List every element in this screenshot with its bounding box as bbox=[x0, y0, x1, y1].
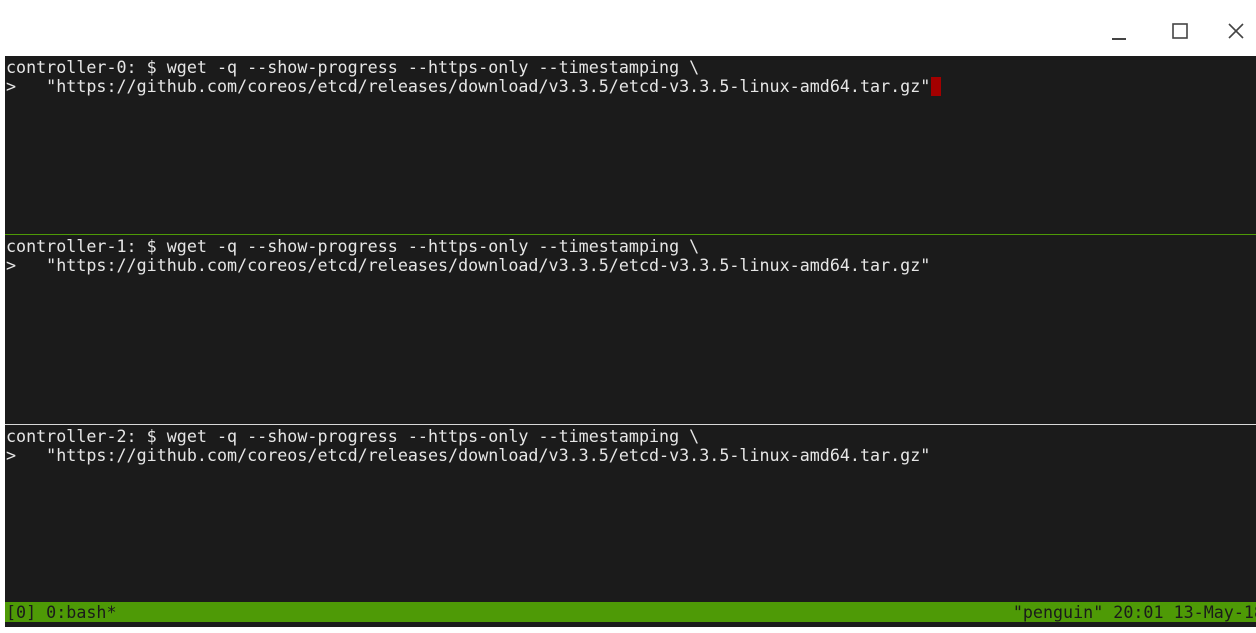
terminal-bottom-padding bbox=[5, 622, 1256, 627]
tmux-pane-controller-0[interactable]: controller-0: $ wget -q --show-progress … bbox=[5, 56, 1256, 234]
tmux-status-right: "penguin" 20:01 13-May-18 bbox=[1012, 602, 1256, 622]
command-continuation-line: > "https://github.com/coreos/etcd/releas… bbox=[6, 445, 931, 465]
command-prompt-line: controller-2: $ wget -q --show-progress … bbox=[6, 426, 700, 446]
maximize-icon bbox=[1172, 23, 1188, 39]
command-continuation-line: > "https://github.com/coreos/etcd/releas… bbox=[6, 255, 931, 275]
title-bar[interactable] bbox=[0, 0, 1256, 56]
tmux-pane-controller-2[interactable]: controller-2: $ wget -q --show-progress … bbox=[5, 425, 1256, 601]
terminal-area[interactable]: controller-0: $ wget -q --show-progress … bbox=[5, 56, 1256, 627]
terminal-cursor bbox=[931, 77, 942, 96]
minimize-button[interactable] bbox=[1102, 14, 1136, 48]
maximize-button[interactable] bbox=[1163, 14, 1197, 48]
close-icon bbox=[1228, 23, 1244, 39]
tmux-window-list[interactable]: [0] 0:bash* bbox=[6, 602, 117, 622]
command-prompt-line: controller-1: $ wget -q --show-progress … bbox=[6, 236, 700, 256]
command-prompt-line: controller-0: $ wget -q --show-progress … bbox=[6, 57, 700, 77]
tmux-status-bar: [0] 0:bash* "penguin" 20:01 13-May-18 bbox=[5, 602, 1256, 622]
tmux-pane-controller-1[interactable]: controller-1: $ wget -q --show-progress … bbox=[5, 235, 1256, 423]
command-continuation-line: > "https://github.com/coreos/etcd/releas… bbox=[6, 76, 931, 96]
minimize-icon bbox=[1112, 38, 1126, 40]
close-button[interactable] bbox=[1219, 14, 1253, 48]
terminal-window: controller-0: $ wget -q --show-progress … bbox=[0, 0, 1256, 633]
